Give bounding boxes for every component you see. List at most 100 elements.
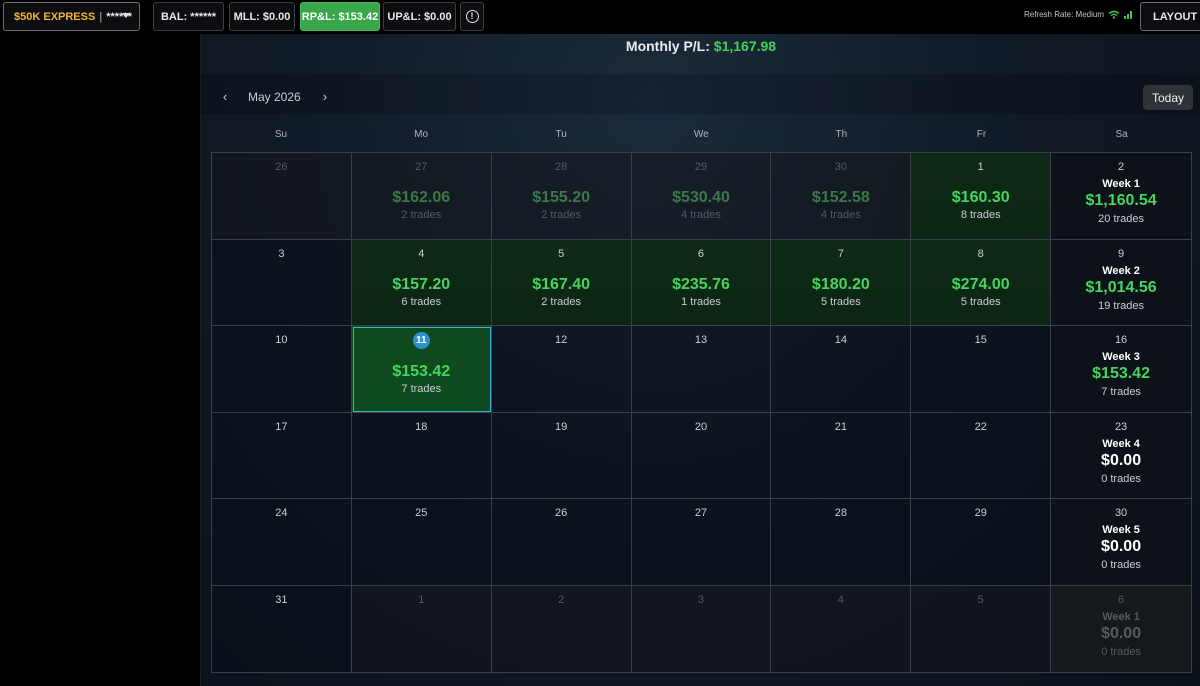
day-cell[interactable]: 14 [771, 326, 912, 413]
day-number: 22 [974, 420, 987, 433]
day-trade-count: 8 trades [960, 209, 1001, 221]
day-cell[interactable]: 18 [351, 412, 492, 499]
day-pnl: $160.30 [951, 189, 1010, 206]
day-number: 30 [834, 161, 847, 173]
day-cell[interactable]: 26 [212, 153, 352, 240]
day-cell[interactable]: 29 $530.40 4 trades [631, 153, 772, 240]
mll-button[interactable]: MLL: $0.00 [229, 2, 295, 31]
realized-pnl-button[interactable]: RP&L: $153.42 [300, 2, 380, 31]
day-cell[interactable]: 21 [771, 412, 912, 499]
day-cell[interactable]: 10 [212, 326, 352, 413]
week-summary-cell[interactable]: 23 Week 4 $0.00 0 trades [1051, 412, 1191, 499]
prev-month-button[interactable]: ‹ [218, 89, 232, 104]
day-number: 2 [1118, 161, 1125, 173]
day-number: 25 [415, 507, 428, 519]
day-number: 27 [694, 507, 708, 519]
top-toolbar: $50K EXPRESS | ****** BAL: ****** MLL: $… [0, 0, 1200, 34]
day-cell-today[interactable]: 11 $153.42 7 trades [351, 326, 492, 413]
day-cell[interactable]: 26 [491, 499, 632, 586]
day-cell[interactable]: 4 [771, 585, 912, 672]
day-cell[interactable]: 3 [631, 585, 772, 672]
day-number: 27 [415, 161, 428, 173]
day-cell[interactable]: 22 [911, 412, 1052, 499]
week-summary-cell[interactable]: 6 Week 1 $0.00 0 trades [1051, 585, 1191, 672]
day-trade-count: 5 trades [820, 295, 861, 308]
day-cell[interactable]: 1 $160.30 8 trades [911, 153, 1052, 240]
day-cell[interactable]: 8 $274.00 5 trades [911, 239, 1052, 326]
week-trade-count: 0 trades [1101, 559, 1141, 571]
calendar-grid: 26 27 $162.06 2 trades 28 $155.20 2 trades 29 $5… [211, 152, 1192, 673]
day-cell[interactable]: 20 [631, 412, 772, 499]
day-cell[interactable]: 31 [212, 585, 352, 672]
day-number: 14 [834, 334, 847, 346]
day-trade-count: 5 trades [960, 295, 1001, 308]
day-cell[interactable]: 28 [771, 499, 912, 586]
account-selector[interactable]: $50K EXPRESS | ****** [3, 2, 140, 31]
day-trade-count: 4 trades [681, 209, 721, 221]
day-number: 5 [558, 247, 565, 260]
day-cell[interactable]: 6 $235.76 1 trades [631, 239, 772, 326]
day-cell[interactable]: 27 [631, 499, 772, 586]
day-number: 6 [697, 247, 705, 260]
today-date-badge: 11 [412, 332, 430, 349]
next-month-button[interactable]: › [318, 89, 332, 104]
week-pnl: $0.00 [1101, 624, 1142, 642]
day-cell[interactable]: 1 [351, 585, 492, 672]
day-trade-count: 6 trades [401, 295, 442, 308]
day-number: 30 [1114, 507, 1128, 519]
day-cell[interactable]: 12 [491, 326, 632, 413]
day-number: 31 [275, 593, 288, 606]
day-cell[interactable]: 28 $155.20 2 trades [491, 153, 632, 240]
day-cell[interactable]: 27 $162.06 2 trades [351, 153, 492, 240]
day-number: 7 [837, 247, 844, 260]
unrealized-pnl-button[interactable]: UP&L: $0.00 [383, 2, 456, 31]
week-label: Week 5 [1102, 524, 1140, 536]
day-cell[interactable]: 17 [212, 412, 352, 499]
day-number: 18 [415, 420, 428, 433]
account-separator: | [99, 10, 103, 23]
day-cell[interactable]: 7 $180.20 5 trades [771, 239, 912, 326]
day-cell[interactable]: 25 [351, 499, 492, 586]
day-cell[interactable]: 30 $152.58 4 trades [771, 153, 912, 240]
weekday-header: Th [835, 129, 848, 140]
day-cell[interactable]: 29 [911, 499, 1052, 586]
day-pnl: $530.40 [672, 189, 730, 206]
day-cell[interactable]: 5 $167.40 2 trades [491, 239, 632, 326]
week-pnl: $1,160.54 [1085, 192, 1157, 209]
balance-button[interactable]: BAL: ****** [153, 2, 224, 31]
day-cell[interactable]: 13 [631, 326, 772, 413]
day-cell[interactable]: 19 [491, 412, 632, 499]
week-label: Week 1 [1102, 610, 1140, 623]
week-summary-cell[interactable]: 2 Week 1 $1,160.54 20 trades [1051, 153, 1191, 240]
weekday-header: Su [274, 129, 288, 140]
day-cell[interactable]: 24 [212, 499, 352, 586]
week-summary-cell[interactable]: 16 Week 3 $153.42 7 trades [1051, 326, 1191, 413]
today-button[interactable]: Today [1143, 85, 1193, 110]
week-summary-cell[interactable]: 30 Week 5 $0.00 0 trades [1051, 499, 1191, 586]
week-trade-count: 0 trades [1101, 645, 1141, 658]
day-number: 6 [1118, 593, 1125, 606]
day-number: 19 [555, 420, 568, 433]
day-number: 21 [834, 420, 847, 433]
day-cell[interactable]: 15 [911, 326, 1052, 413]
week-pnl: $153.42 [1092, 365, 1150, 382]
day-number: 24 [275, 507, 288, 519]
day-cell[interactable]: 3 [212, 239, 352, 326]
day-number: 12 [555, 334, 568, 346]
pnl-calendar-panel: Monthly P/L: $1,167.98 ‹ May 2026 › Toda… [200, 34, 1200, 686]
week-trade-count: 20 trades [1098, 213, 1144, 225]
day-pnl: $235.76 [672, 275, 730, 293]
day-number: 29 [974, 507, 987, 519]
layout-button[interactable]: LAYOUT | NE [1140, 2, 1200, 31]
day-cell[interactable]: 5 [911, 585, 1052, 672]
day-number: 9 [1118, 247, 1125, 260]
monthly-pnl-value: $1,167.98 [713, 38, 777, 54]
day-number: 26 [555, 507, 568, 519]
day-number: 29 [694, 161, 708, 173]
day-number: 13 [694, 334, 708, 346]
day-cell[interactable]: 2 [491, 585, 632, 672]
weekday-header: Mo [414, 129, 429, 140]
alert-button[interactable]: ! [460, 2, 484, 31]
day-cell[interactable]: 4 $157.20 6 trades [351, 239, 492, 326]
week-summary-cell[interactable]: 9 Week 2 $1,014.56 19 trades [1051, 239, 1191, 326]
